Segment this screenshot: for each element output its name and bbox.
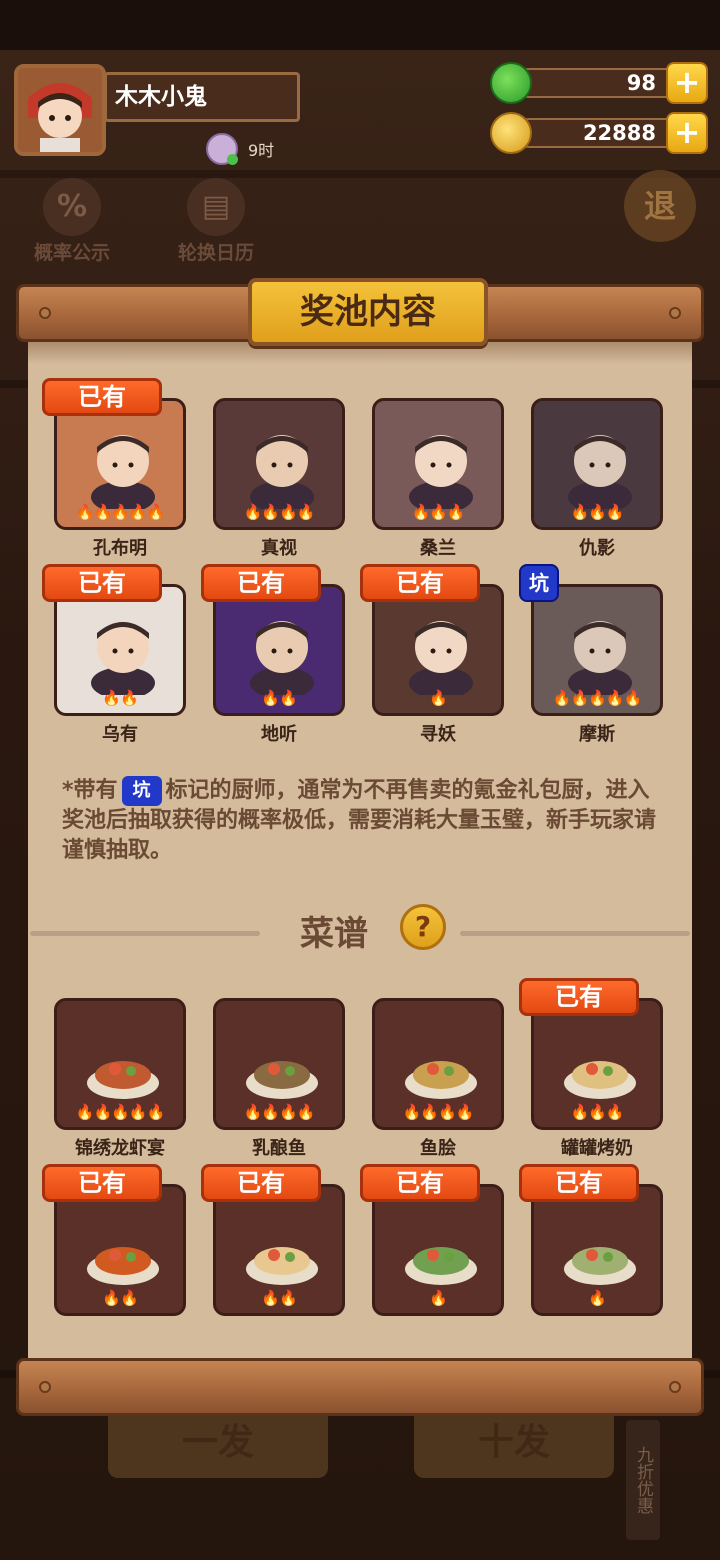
recipe-card[interactable]: 🔥🔥🔥🔥 鱼脍 xyxy=(372,998,504,1159)
rarity-flames: 🔥🔥🔥🔥 xyxy=(243,1103,316,1121)
rarity-flames: 🔥 xyxy=(429,689,448,707)
rarity-flames: 🔥 xyxy=(588,1289,607,1307)
chef-card[interactable]: 🔥🔥 乌有 已有 xyxy=(42,564,186,745)
owned-badge: 已有 xyxy=(201,1164,321,1202)
rarity-flames: 🔥🔥🔥 xyxy=(570,1103,624,1121)
recipe-name: 罐罐烤奶 xyxy=(561,1138,633,1159)
status-row: 9时 xyxy=(206,133,275,165)
player-name: 木木小鬼 xyxy=(104,72,300,122)
recipe-card[interactable]: 🔥🔥 已有 xyxy=(42,1164,186,1316)
rarity-flames: 🔥🔥 xyxy=(261,1289,297,1307)
pit-note: *带有坑标记的厨师，通常为不再售卖的氪金礼包厨，进入奖池后抽取获得的概率极低，需… xyxy=(62,776,662,866)
chef-name: 摩斯 xyxy=(579,724,615,745)
help-button[interactable]: ? xyxy=(400,904,446,950)
draw-ten-button[interactable]: 十发 xyxy=(414,1408,614,1478)
owned-badge: 已有 xyxy=(360,1164,480,1202)
rarity-flames: 🔥🔥🔥🔥 xyxy=(243,503,316,521)
recipe-card[interactable]: 🔥🔥 已有 xyxy=(201,1164,345,1316)
chef-card[interactable]: 🔥🔥🔥🔥🔥 摩斯 坑 xyxy=(519,564,663,745)
owned-badge: 已有 xyxy=(201,564,321,602)
chef-card[interactable]: 🔥🔥🔥 桑兰 xyxy=(372,398,504,559)
owned-badge: 已有 xyxy=(42,564,162,602)
chef-name: 真视 xyxy=(261,538,297,559)
pit-badge-inline: 坑 xyxy=(121,776,162,806)
chef-name: 乌有 xyxy=(102,724,138,745)
percent-icon: % xyxy=(43,178,101,236)
recipe-card[interactable]: 🔥🔥🔥🔥🔥 锦绣龙虾宴 xyxy=(54,998,186,1159)
calendar-label: 轮换日历 xyxy=(177,242,254,264)
discount-label[interactable]: 九折优惠 xyxy=(626,1420,660,1540)
rarity-flames: 🔥🔥🔥🔥🔥 xyxy=(75,503,165,521)
owned-badge: 已有 xyxy=(42,1164,162,1202)
recipe-name: 鱼脍 xyxy=(420,1138,456,1159)
recipes-header: 菜谱 ? xyxy=(30,898,690,968)
rarity-flames: 🔥🔥🔥 xyxy=(570,503,624,521)
note-prefix: *带有 xyxy=(62,778,118,803)
calendar-icon: ▤ xyxy=(187,178,245,236)
chef-name: 孔布明 xyxy=(93,538,147,559)
owned-badge: 已有 xyxy=(519,978,639,1016)
jade-amount: 98 xyxy=(514,68,684,98)
add-coin-button[interactable]: + xyxy=(666,112,708,154)
rarity-flames: 🔥🔥🔥🔥 xyxy=(402,1103,475,1121)
jade-icon xyxy=(490,62,532,104)
draw-one-button[interactable]: 一发 xyxy=(108,1408,328,1478)
time-label: 9时 xyxy=(248,141,275,160)
rarity-flames: 🔥🔥 xyxy=(261,689,297,707)
chef-card[interactable]: 🔥🔥🔥🔥🔥 孔布明 已有 xyxy=(42,378,186,559)
exit-button[interactable]: 退 xyxy=(624,170,696,242)
recipe-card[interactable]: 🔥 已有 xyxy=(519,1164,663,1316)
recipe-name: 锦绣龙虾宴 xyxy=(75,1138,165,1159)
status-avatar-icon xyxy=(206,133,238,165)
recipe-card[interactable]: 🔥 已有 xyxy=(360,1164,504,1316)
player-avatar[interactable] xyxy=(14,64,106,156)
chef-name: 地听 xyxy=(261,724,297,745)
rarity-flames: 🔥🔥 xyxy=(102,1289,138,1307)
rarity-flames: 🔥🔥🔥🔥🔥 xyxy=(552,689,642,707)
recipe-card[interactable]: 🔥🔥🔥 罐罐烤奶 已有 xyxy=(519,978,663,1159)
coin-amount: 22888 xyxy=(514,118,684,148)
owned-badge: 已有 xyxy=(519,1164,639,1202)
rarity-flames: 🔥🔥 xyxy=(102,689,138,707)
chef-card[interactable]: 🔥 寻妖 已有 xyxy=(360,564,504,745)
chef-name: 仇影 xyxy=(579,538,615,559)
probability-label: 概率公示 xyxy=(33,242,110,264)
chef-name: 桑兰 xyxy=(420,538,456,559)
coin-icon xyxy=(490,112,532,154)
chef-card[interactable]: 🔥🔥 地听 已有 xyxy=(201,564,345,745)
rarity-flames: 🔥🔥🔥🔥🔥 xyxy=(75,1103,165,1121)
rarity-flames: 🔥🔥🔥 xyxy=(411,503,465,521)
rarity-flames: 🔥 xyxy=(429,1289,448,1307)
owned-badge: 已有 xyxy=(42,378,162,416)
probability-button[interactable]: % 概率公示 xyxy=(24,178,120,265)
add-jade-button[interactable]: + xyxy=(666,62,708,104)
recipe-name: 乳酿鱼 xyxy=(252,1138,306,1159)
owned-badge: 已有 xyxy=(360,564,480,602)
recipes-title: 菜谱 xyxy=(300,914,368,954)
calendar-button[interactable]: ▤ 轮换日历 xyxy=(168,178,264,265)
chef-card[interactable]: 🔥🔥🔥 仇影 xyxy=(531,398,663,559)
recipe-card[interactable]: 🔥🔥🔥🔥 乳酿鱼 xyxy=(213,998,345,1159)
panel-title: 奖池内容 xyxy=(248,278,488,346)
jade-currency: 98 + xyxy=(490,62,710,104)
chef-card[interactable]: 🔥🔥🔥🔥 真视 xyxy=(213,398,345,559)
coin-currency: 22888 + xyxy=(490,112,710,154)
scroll-bottom-rod xyxy=(16,1358,704,1416)
chef-name: 寻妖 xyxy=(420,724,456,745)
pit-badge: 坑 xyxy=(519,564,559,602)
